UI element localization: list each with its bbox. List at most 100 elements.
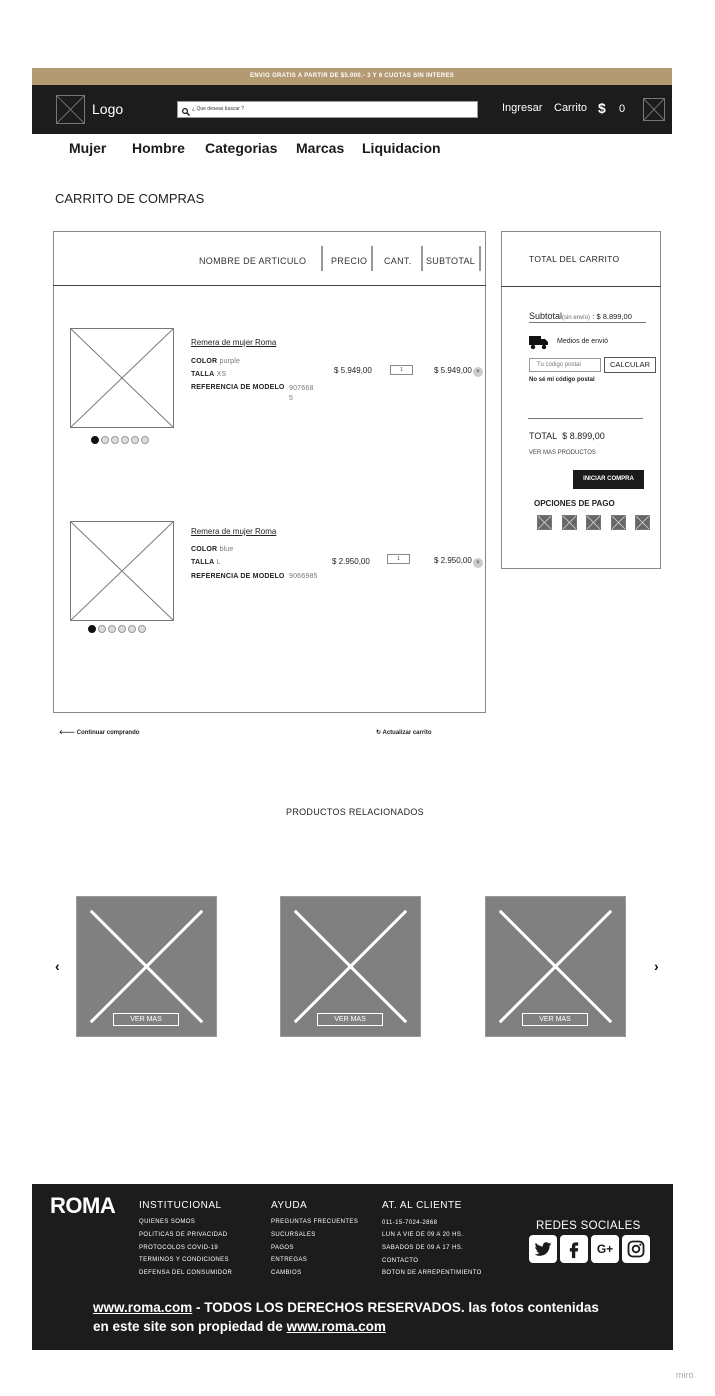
- postal-code-input[interactable]: Tu código postal: [529, 358, 601, 372]
- payment-options-title: OPCIONES DE PAGO: [534, 499, 615, 508]
- nav-item-categorias[interactable]: Categorias: [205, 140, 277, 156]
- footer-link[interactable]: PAGOS: [271, 1245, 294, 1251]
- quantity-value[interactable]: 1: [400, 367, 403, 373]
- product-image[interactable]: [70, 328, 174, 428]
- see-more-button[interactable]: VER MAS: [522, 1013, 588, 1026]
- footer-link[interactable]: ENTREGAS: [271, 1257, 307, 1263]
- footer-link[interactable]: LUN A VIE DE 09 A 20 HS.: [382, 1232, 463, 1238]
- payment-icon: [537, 515, 552, 530]
- footer-link[interactable]: SABADOS DE 09 A 17 HS.: [382, 1245, 463, 1251]
- image-carousel-dots[interactable]: [91, 436, 149, 444]
- col-header-subtotal: SUBTOTAL: [426, 256, 476, 266]
- facebook-icon[interactable]: [560, 1235, 588, 1263]
- promo-bar: ENVIO GRATIS A PARTIR DE $5.000.- 3 Y 6 …: [32, 68, 672, 85]
- item-subtotal: $ 2.950,00: [434, 556, 472, 565]
- login-link[interactable]: Ingresar: [502, 102, 542, 114]
- carousel-dot[interactable]: [141, 436, 149, 444]
- ref-value-line: 9066985: [289, 573, 318, 580]
- cart-link[interactable]: Carrito: [554, 102, 587, 114]
- cart-table: [53, 231, 486, 713]
- calculate-button[interactable]: CALCULAR: [604, 357, 656, 373]
- google-plus-icon[interactable]: G+: [591, 1235, 619, 1263]
- continue-shopping-label[interactable]: Continuar comprando: [77, 730, 140, 736]
- footer-link[interactable]: CAMBIOS: [271, 1270, 301, 1276]
- postal-help-link[interactable]: No sé mi código postal: [529, 377, 595, 383]
- subtotal-row: Subtotal(sin envío) : $ 8.899,00: [529, 311, 646, 323]
- carousel-prev-icon[interactable]: ‹: [55, 958, 60, 974]
- col-header-qty: CANT.: [384, 256, 412, 266]
- product-color: COLOR blue: [191, 546, 233, 553]
- search-icon: [181, 104, 191, 116]
- update-cart-link[interactable]: ↻ Actualizar carrito: [376, 729, 432, 736]
- product-image[interactable]: [70, 521, 174, 621]
- update-cart-label[interactable]: Actualizar carrito: [382, 730, 431, 736]
- item-subtotal: $ 5.949,00: [434, 366, 472, 375]
- carousel-dot[interactable]: [88, 625, 96, 633]
- product-name[interactable]: Remera de mujer Roma: [191, 527, 276, 536]
- ref-value-line: 907668: [289, 385, 314, 392]
- footer-link[interactable]: 011-15-7024-2868: [382, 1220, 437, 1226]
- quantity-stepper[interactable]: 1: [390, 365, 413, 375]
- instagram-icon[interactable]: [622, 1235, 650, 1263]
- carousel-dot[interactable]: [118, 625, 126, 633]
- ref-value: 907668 5: [289, 384, 314, 404]
- carousel-dot[interactable]: [121, 436, 129, 444]
- see-more-button[interactable]: VER MAS: [113, 1013, 179, 1026]
- nav-item-hombre[interactable]: Hombre: [132, 140, 185, 156]
- twitter-icon[interactable]: [529, 1235, 557, 1263]
- carousel-dot[interactable]: [111, 436, 119, 444]
- footer-link[interactable]: DEFENSA DEL CONSUMIDOR: [139, 1270, 232, 1276]
- nav-item-mujer[interactable]: Mujer: [69, 140, 106, 156]
- site-link[interactable]: www.roma.com: [93, 1300, 192, 1315]
- carousel-dot[interactable]: [108, 625, 116, 633]
- footer-link[interactable]: POLITICAS DE PRIVACIDAD: [139, 1232, 227, 1238]
- remove-item-icon[interactable]: ×: [473, 367, 483, 377]
- color-label: COLOR: [191, 358, 218, 365]
- copyright-text: en este site son propiedad de: [93, 1319, 287, 1334]
- site-link[interactable]: www.roma.com: [287, 1319, 386, 1334]
- carousel-next-icon[interactable]: ›: [654, 958, 659, 974]
- logo-label[interactable]: Logo: [92, 101, 123, 117]
- footer-link[interactable]: QUIENES SOMOS: [139, 1219, 195, 1225]
- footer-link[interactable]: PREGUNTAS FRECUENTES: [271, 1219, 358, 1225]
- footer-link[interactable]: CONTACTO: [382, 1258, 418, 1264]
- total-row: TOTAL $ 8.899,00: [529, 431, 605, 441]
- carousel-dot[interactable]: [101, 436, 109, 444]
- image-carousel-dots[interactable]: [88, 625, 146, 633]
- watermark: miro: [676, 1370, 694, 1380]
- product-name[interactable]: Remera de mujer Roma: [191, 338, 276, 347]
- see-more-button[interactable]: VER MAS: [317, 1013, 383, 1026]
- col-header-name: NOMBRE DE ARTICULO: [199, 256, 307, 266]
- more-products-link[interactable]: VER MAS PRODUCTOS: [529, 450, 596, 456]
- footer-link[interactable]: PROTOCOLOS COVID-19: [139, 1245, 218, 1251]
- remove-item-icon[interactable]: ×: [473, 558, 483, 568]
- quantity-value[interactable]: 1: [397, 556, 400, 562]
- shipping-label: Medios de envió: [557, 338, 608, 345]
- carousel-dot[interactable]: [98, 625, 106, 633]
- carousel-dot[interactable]: [131, 436, 139, 444]
- col-divider: [421, 246, 423, 271]
- size-value: XS: [216, 371, 227, 378]
- nav-item-liquidacion[interactable]: Liquidacion: [362, 140, 441, 156]
- menu-placeholder-icon[interactable]: [643, 98, 665, 121]
- size-label: TALLA: [191, 559, 215, 566]
- footer-link[interactable]: TERMINOS Y CONDICIONES: [139, 1257, 229, 1263]
- continue-shopping-link[interactable]: 🡐 Continuar comprando: [59, 729, 139, 736]
- footer-col-title: AT. AL CLIENTE: [382, 1200, 462, 1211]
- nav-item-marcas[interactable]: Marcas: [296, 140, 344, 156]
- footer-brand[interactable]: ROMA: [50, 1193, 116, 1219]
- logo-placeholder-icon[interactable]: [56, 95, 85, 124]
- footer-link[interactable]: SUCURSALES: [271, 1232, 316, 1238]
- quantity-stepper[interactable]: 1: [387, 554, 410, 564]
- subtotal-label: Subtotal: [529, 311, 563, 321]
- carousel-dot[interactable]: [91, 436, 99, 444]
- carousel-dot[interactable]: [128, 625, 136, 633]
- search-input[interactable]: ¿ Que deseas buscar ?: [177, 101, 478, 118]
- carousel-dot[interactable]: [138, 625, 146, 633]
- total-value: $ 8.899,00: [562, 431, 605, 441]
- ref-value-line: 5: [289, 395, 294, 402]
- cart-currency-icon[interactable]: $: [598, 100, 606, 116]
- footer-link[interactable]: BOTON DE ARREPENTIMIENTO: [382, 1270, 482, 1276]
- checkout-button[interactable]: INICIAR COMPRA: [573, 470, 644, 489]
- subtotal-value: : $ 8.899,00: [592, 312, 632, 321]
